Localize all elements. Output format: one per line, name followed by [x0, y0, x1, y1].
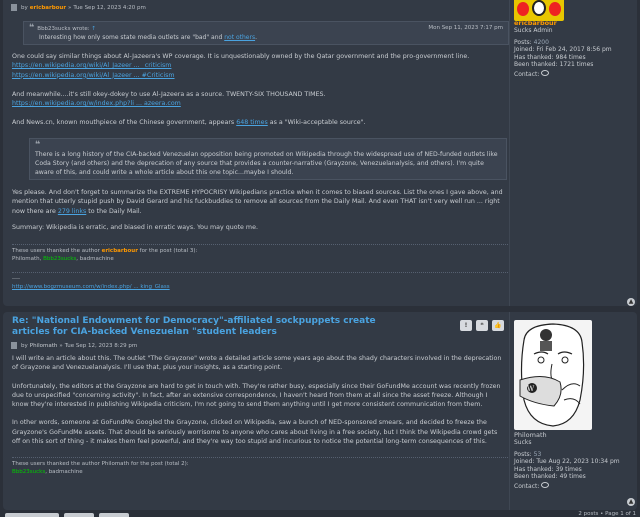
post-icon[interactable] [11, 4, 17, 11]
wojak-avatar-icon: W [519, 323, 585, 427]
profile-stats: Posts: 53 Joined: Tue Aug 22, 2023 10:34… [514, 451, 620, 490]
paragraph: Unfortunately, the editors at the Grayzo… [12, 382, 501, 409]
wiki-link[interactable]: https://en.wikipedia.org/wiki/Al_Jazeer … [12, 72, 175, 79]
author-prefix: by [21, 4, 28, 11]
post-icon[interactable] [11, 342, 17, 349]
quote-button[interactable]: ❝ [476, 320, 488, 331]
quote-author: Bbb23sucks wrote: [37, 26, 90, 32]
profile-rank: Sucks [514, 439, 532, 446]
post-reply-button[interactable] [5, 513, 59, 517]
quote-icon: ❝ [35, 140, 41, 150]
author-profile: ericbarbour Sucks Admin Posts: 4200 Join… [509, 0, 633, 306]
has-thanked: 984 times [555, 53, 586, 61]
thanks-list: These users thanked the author ericbarbo… [12, 248, 198, 262]
posts-count[interactable]: 53 [534, 451, 542, 458]
divider [12, 457, 508, 458]
author-link[interactable]: Philomath [30, 343, 58, 349]
quote-header: ❝ Bbb23sucks wrote: ↑ Mon Sep 11, 2023 7:… [29, 23, 503, 33]
divider [12, 244, 508, 245]
inline-link[interactable]: 648 times [236, 119, 268, 126]
quote-text: Interesting how only some state media ou… [39, 34, 257, 41]
has-thanked: 39 times [555, 465, 582, 473]
thanks-list: These users thanked the author Philomath… [12, 461, 189, 475]
thanks-button[interactable]: 👍 [492, 320, 504, 331]
post-philomath: Re: "National Endowment for Democracy"-a… [3, 312, 637, 510]
thanks-user[interactable]: Philomath [12, 256, 40, 262]
date-separator: » [68, 4, 72, 11]
been-thanked: 49 times [559, 473, 586, 481]
post-content: One could say similar things about Al-Ja… [12, 52, 506, 128]
post-content: I will write an article about this. The … [12, 354, 506, 446]
post-date: Tue Sep 12, 2023 4:20 pm [73, 4, 146, 11]
paragraph: In other words, someone at GoFundMe Goog… [12, 419, 498, 446]
report-button[interactable]: ! [460, 320, 472, 331]
quote-link[interactable]: not others [224, 34, 255, 41]
post-author-line: by ericbarbour » Tue Sep 12, 2023 4:20 p… [11, 4, 146, 11]
back-to-top-icon[interactable]: ▲ [627, 498, 635, 506]
been-thanked: 1721 times [559, 61, 594, 69]
paragraph: Summary: Wikipedia is erratic, and biase… [12, 223, 258, 231]
quote-text: There is a long history of the CIA-backe… [35, 151, 498, 176]
signature: ---- http://www.bogzmuseum.com/w/index.p… [12, 276, 170, 290]
paragraph: One could say similar things about Al-Ja… [12, 53, 470, 60]
paragraph: Yes please. And don't forget to summariz… [12, 189, 503, 215]
thanks-user[interactable]: Bbb23sucks [43, 256, 76, 262]
author-profile: W Philomath Sucks Posts: 53 Joined: Tue … [509, 312, 633, 510]
joined-date: Tue Aug 22, 2023 10:34 pm [536, 458, 620, 466]
quote-block: ❝ There is a long history of the CIA-bac… [29, 138, 507, 180]
paragraph: And News.cn, known mouthpiece of the Chi… [12, 119, 366, 127]
wiki-link[interactable]: https://en.wikipedia.org/w/index.php?li … [12, 100, 181, 107]
quote-icon: ❝ [29, 23, 35, 33]
profile-stats: Posts: 4200 Joined: Fri Feb 24, 2017 8:5… [514, 39, 612, 78]
quote-block: ❝ Bbb23sucks wrote: ↑ Mon Sep 11, 2023 7:… [23, 21, 509, 45]
signature-link[interactable]: http://www.bogzmuseum.com/w/index.php/ .… [12, 284, 170, 290]
wiki-link[interactable]: https://en.wikipedia.org/wiki/Al_Jazeer … [12, 62, 171, 69]
avatar[interactable]: W [514, 320, 592, 430]
author-link[interactable]: ericbarbour [30, 5, 66, 11]
avatar[interactable] [514, 0, 564, 21]
paragraph: And meanwhile....it's still okey-dokey t… [12, 90, 326, 98]
post-date: Tue Sep 12, 2023 8:29 pm [64, 342, 138, 349]
back-to-top-icon[interactable]: ▲ [627, 298, 635, 306]
inline-link[interactable]: 279 links [58, 208, 86, 215]
joined-date: Fri Feb 24, 2017 8:56 pm [536, 46, 612, 54]
post-title[interactable]: Re: "National Endowment for Democracy"-a… [12, 316, 402, 338]
divider [12, 272, 508, 273]
sort-button[interactable] [99, 513, 129, 517]
thanks-author[interactable]: ericbarbour [102, 248, 138, 254]
thanks-user[interactable]: badmachine [49, 469, 83, 475]
profile-username[interactable]: Philomath [514, 431, 547, 439]
profile-username[interactable]: ericbarbour [514, 19, 557, 27]
pagination-info: 2 posts • Page 1 of 1 [578, 511, 636, 517]
svg-text:W: W [527, 385, 535, 393]
post-buttons: ! ❝ 👍 [460, 320, 504, 331]
post-author-line: by Philomath » Tue Sep 12, 2023 8:29 pm [11, 342, 137, 349]
contact-icon[interactable] [541, 481, 550, 488]
post-ericbarbour: by ericbarbour » Tue Sep 12, 2023 4:20 p… [3, 0, 637, 306]
jump-to-post-icon[interactable]: ↑ [91, 26, 96, 32]
post-content: Yes please. And don't forget to summariz… [12, 188, 506, 232]
thanks-user[interactable]: badmachine [80, 256, 114, 262]
quote-date: Mon Sep 11, 2023 7:17 pm [428, 25, 503, 31]
posts-count[interactable]: 4200 [534, 39, 549, 46]
tools-button[interactable] [64, 513, 94, 517]
profile-rank: Sucks Admin [514, 27, 553, 34]
thanks-user[interactable]: Bbb23sucks [12, 469, 45, 475]
paragraph: I will write an article about this. The … [12, 355, 502, 372]
contact-icon[interactable] [541, 69, 550, 76]
